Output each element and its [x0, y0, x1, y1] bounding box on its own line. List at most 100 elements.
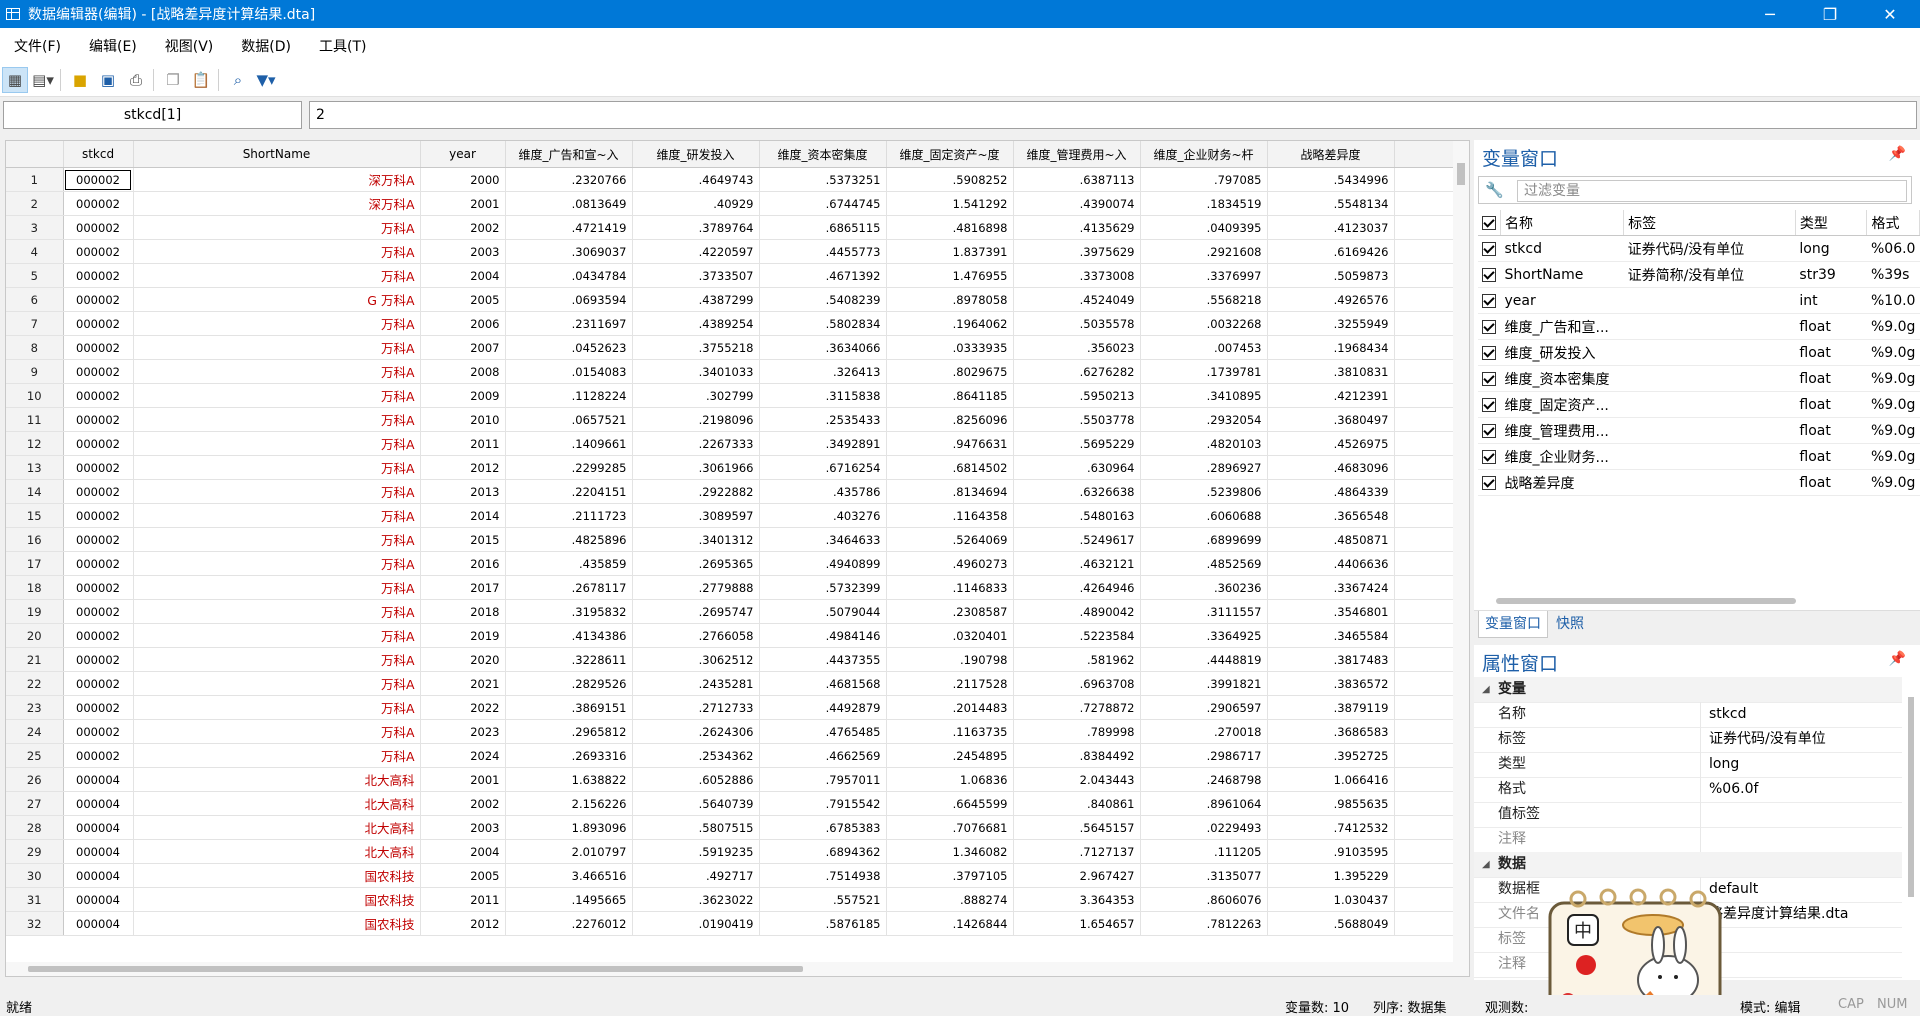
row-number[interactable]: 16 — [6, 527, 64, 552]
filter-icon[interactable]: ▼▾ — [253, 67, 279, 93]
table-cell[interactable]: .5434996 — [1267, 167, 1395, 192]
table-cell[interactable]: .6052886 — [632, 767, 760, 792]
table-cell[interactable]: .5640739 — [632, 791, 760, 816]
table-cell[interactable]: .630964 — [1013, 455, 1141, 480]
table-cell[interactable]: .5249617 — [1013, 527, 1141, 552]
table-cell[interactable]: .4765485 — [759, 719, 887, 744]
table-cell[interactable]: .1128224 — [505, 383, 633, 408]
select-all-checkbox[interactable] — [1478, 210, 1501, 236]
table-cell[interactable]: .5695229 — [1013, 431, 1141, 456]
close-button[interactable]: ✕ — [1860, 0, 1920, 28]
table-cell[interactable]: .2111723 — [505, 503, 633, 528]
table-cell[interactable]: .0229493 — [1140, 815, 1268, 840]
column-header[interactable]: stkcd — [63, 141, 134, 168]
table-cell[interactable]: .2624306 — [632, 719, 760, 744]
table-cell[interactable]: 万科A — [133, 263, 421, 288]
table-cell[interactable]: .5264069 — [886, 527, 1014, 552]
table-cell[interactable]: 000002 — [63, 239, 134, 264]
table-cell[interactable]: 2013 — [420, 479, 506, 504]
table-cell[interactable]: .8134694 — [886, 479, 1014, 504]
table-cell[interactable]: .6865115 — [759, 215, 887, 240]
table-cell[interactable]: 万科A — [133, 503, 421, 528]
table-cell[interactable]: .1164358 — [886, 503, 1014, 528]
vertical-scrollbar[interactable] — [1453, 141, 1469, 976]
table-cell[interactable]: .4135629 — [1013, 215, 1141, 240]
copy-icon[interactable]: ❐ — [160, 67, 186, 93]
row-number[interactable]: 18 — [6, 575, 64, 600]
table-cell[interactable]: .2712733 — [632, 695, 760, 720]
row-number[interactable]: 3 — [6, 215, 64, 240]
table-cell[interactable]: 000002 — [63, 599, 134, 624]
table-cell[interactable]: 1.346082 — [886, 839, 1014, 864]
data-grid[interactable]: stkcd ShortName year 维度_广告和宣~入 维度_研发投入 维度_资本密… — [5, 140, 1470, 977]
section-data[interactable]: ◢ 数据 — [1474, 852, 1902, 878]
table-cell[interactable]: .1146833 — [886, 575, 1014, 600]
table-cell[interactable]: .4960273 — [886, 551, 1014, 576]
table-cell[interactable]: .4683096 — [1267, 455, 1395, 480]
row-number[interactable]: 1 — [6, 167, 64, 192]
browse-mode-icon[interactable]: ▤▾ — [30, 67, 56, 93]
table-cell[interactable]: .789998 — [1013, 719, 1141, 744]
table-cell[interactable]: .6169426 — [1267, 239, 1395, 264]
variable-checkbox[interactable] — [1478, 235, 1501, 262]
table-cell[interactable]: .4820103 — [1140, 431, 1268, 456]
variable-checkbox[interactable] — [1478, 391, 1501, 418]
table-cell[interactable]: 2010 — [420, 407, 506, 432]
table-cell[interactable]: 000002 — [63, 335, 134, 360]
table-cell[interactable]: .1739781 — [1140, 359, 1268, 384]
table-cell[interactable]: .3817483 — [1267, 647, 1395, 672]
table-cell[interactable]: 3.466516 — [505, 863, 633, 888]
table-cell[interactable]: .8961064 — [1140, 791, 1268, 816]
property-row[interactable]: 类型 long — [1474, 752, 1902, 778]
table-cell[interactable]: .3410895 — [1140, 383, 1268, 408]
table-cell[interactable]: 2.156226 — [505, 791, 633, 816]
table-cell[interactable]: 000002 — [63, 647, 134, 672]
row-number[interactable]: 19 — [6, 599, 64, 624]
row-number[interactable]: 14 — [6, 479, 64, 504]
table-cell[interactable]: .3952725 — [1267, 743, 1395, 768]
row-number[interactable]: 5 — [6, 263, 64, 288]
table-cell[interactable]: 万科A — [133, 335, 421, 360]
table-cell[interactable]: .3373008 — [1013, 263, 1141, 288]
table-cell[interactable]: .9476631 — [886, 431, 1014, 456]
table-cell[interactable]: .5223584 — [1013, 623, 1141, 648]
table-cell[interactable]: 000002 — [63, 311, 134, 336]
table-cell[interactable]: .5919235 — [632, 839, 760, 864]
variable-row[interactable]: 维度_资本密集度 float %9.0g — [1478, 365, 1920, 392]
table-cell[interactable]: .4212391 — [1267, 383, 1395, 408]
scroll-thumb[interactable] — [1457, 163, 1465, 185]
column-header[interactable]: 维度_研发投入 — [632, 141, 760, 168]
table-cell[interactable]: .5373251 — [759, 167, 887, 192]
table-cell[interactable]: .4387299 — [632, 287, 760, 312]
table-cell[interactable]: .4123037 — [1267, 215, 1395, 240]
table-cell[interactable]: 1.893096 — [505, 815, 633, 840]
table-cell[interactable]: 000002 — [63, 167, 134, 192]
properties-scrollbar[interactable] — [1908, 697, 1914, 897]
table-cell[interactable]: 万科A — [133, 671, 421, 696]
table-cell[interactable]: 2005 — [420, 863, 506, 888]
table-cell[interactable]: .3991821 — [1140, 671, 1268, 696]
table-cell[interactable]: 北大高科 — [133, 767, 421, 792]
table-cell[interactable]: .1964062 — [886, 311, 1014, 336]
table-cell[interactable]: .2695747 — [632, 599, 760, 624]
table-cell[interactable]: .797085 — [1140, 167, 1268, 192]
property-value[interactable]: %06.0f — [1700, 777, 1758, 802]
variable-checkbox[interactable] — [1478, 469, 1501, 496]
table-cell[interactable]: .3401312 — [632, 527, 760, 552]
table-cell[interactable]: 北大高科 — [133, 791, 421, 816]
table-cell[interactable]: 000002 — [63, 407, 134, 432]
table-cell[interactable]: .0409395 — [1140, 215, 1268, 240]
table-cell[interactable]: 000002 — [63, 503, 134, 528]
table-cell[interactable]: 万科A — [133, 647, 421, 672]
print-icon[interactable]: ⎙ — [123, 67, 149, 93]
column-header[interactable]: 维度_资本密集度 — [759, 141, 887, 168]
row-number[interactable]: 23 — [6, 695, 64, 720]
row-number[interactable]: 26 — [6, 767, 64, 792]
table-cell[interactable]: 万科A — [133, 599, 421, 624]
variable-row[interactable]: year int %10.0 — [1478, 287, 1920, 314]
row-number[interactable]: 32 — [6, 911, 64, 936]
table-cell[interactable]: .2896927 — [1140, 455, 1268, 480]
table-cell[interactable]: .1834519 — [1140, 191, 1268, 216]
table-cell[interactable]: .888274 — [886, 887, 1014, 912]
table-cell[interactable]: .4390074 — [1013, 191, 1141, 216]
